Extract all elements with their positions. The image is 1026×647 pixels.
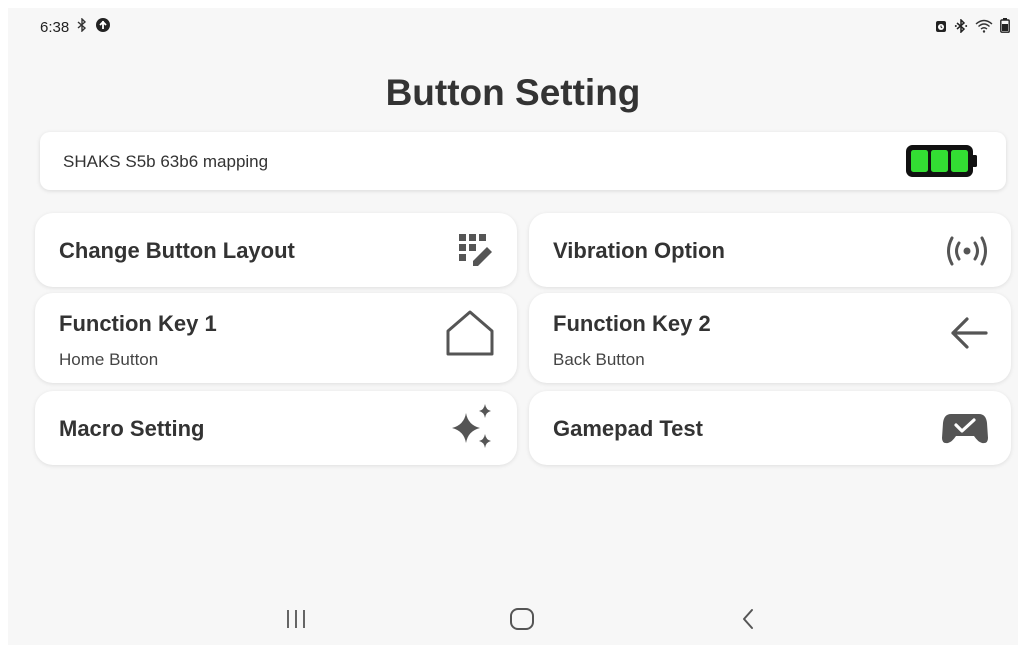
back-arrow-icon (949, 315, 989, 356)
macro-setting-card[interactable]: Macro Setting (35, 391, 517, 465)
recents-icon (287, 610, 305, 628)
card-title: Function Key 2 (553, 311, 711, 336)
layout-edit-icon (457, 232, 495, 275)
device-bar: SHAKS S5b 63b6 mapping (40, 132, 1006, 190)
wifi-icon (975, 19, 993, 38)
page-title: Button Setting (385, 72, 641, 113)
vibration-option-card[interactable]: Vibration Option (529, 213, 1011, 287)
device-name: SHAKS S5b 63b6 mapping (63, 152, 269, 171)
card-title: Vibration Option (553, 238, 725, 263)
home-outline-icon (510, 608, 534, 630)
recents-button[interactable] (276, 603, 316, 635)
bluetooth-icon (954, 17, 968, 38)
back-chevron-icon (743, 609, 753, 629)
card-subtitle: Back Button (553, 350, 645, 369)
battery-level-icon (906, 145, 978, 177)
card-title: Function Key 1 (59, 311, 217, 336)
card-title: Gamepad Test (553, 416, 703, 441)
status-right (935, 17, 1010, 38)
battery-icon (1000, 18, 1010, 38)
card-title: Macro Setting (59, 416, 205, 441)
navigation-bar (8, 595, 1018, 645)
status-bar: 6:38 (8, 8, 1018, 48)
app-screen: 6:38 Button Setting SHAKS S5b 63b6 mappi… (8, 8, 1018, 645)
home-button[interactable] (502, 603, 542, 635)
back-button[interactable] (728, 603, 768, 635)
sparkle-icon (449, 403, 495, 456)
alarm-icon (935, 19, 947, 38)
function-key-1-card[interactable]: Function Key 1 Home Button (35, 293, 517, 383)
gamepad-test-card[interactable]: Gamepad Test (529, 391, 1011, 465)
function-key-2-card[interactable]: Function Key 2 Back Button (529, 293, 1011, 383)
card-subtitle: Home Button (59, 350, 159, 369)
change-button-layout-card[interactable]: Change Button Layout (35, 213, 517, 287)
bluetooth-icon (77, 17, 87, 36)
home-icon (445, 309, 495, 362)
clock: 6:38 (40, 18, 70, 36)
card-title: Change Button Layout (59, 238, 295, 263)
status-left: 6:38 (40, 17, 111, 37)
vibration-icon (945, 235, 989, 272)
data-saver-icon (95, 17, 111, 37)
gamepad-check-icon (941, 411, 989, 450)
